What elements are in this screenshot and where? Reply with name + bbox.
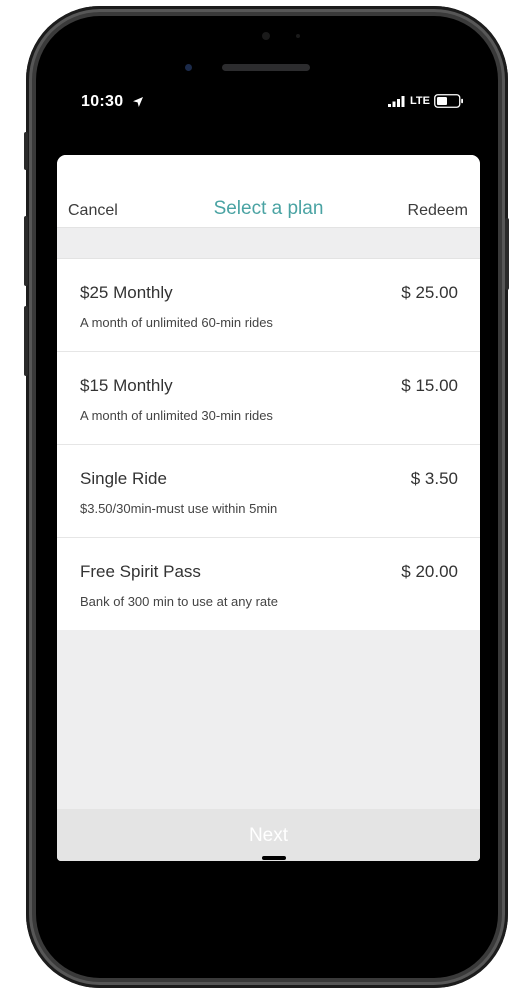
plan-price: $ 3.50 bbox=[410, 469, 458, 488]
plan-name: $25 Monthly bbox=[80, 283, 173, 302]
plan-price: $ 20.00 bbox=[401, 562, 458, 581]
redeem-button[interactable]: Redeem bbox=[408, 202, 468, 220]
volume-down-button bbox=[24, 306, 28, 376]
power-button bbox=[505, 218, 509, 290]
plan-name: Free Spirit Pass bbox=[80, 562, 201, 581]
plan-name: Single Ride bbox=[80, 469, 167, 488]
mute-switch bbox=[24, 132, 28, 170]
sheet-header: Cancel Select a plan Redeem bbox=[57, 155, 480, 228]
home-indicator bbox=[262, 856, 286, 860]
plan-selection-sheet: Cancel Select a plan Redeem $25 Monthly … bbox=[57, 155, 480, 861]
cellular-signal-icon bbox=[388, 96, 405, 107]
volume-up-button bbox=[24, 216, 28, 286]
plan-price: $ 15.00 bbox=[401, 376, 458, 395]
ambient-light-sensor bbox=[296, 34, 300, 38]
plan-list: $25 Monthly $ 25.00 A month of unlimited… bbox=[57, 258, 480, 630]
network-type: LTE bbox=[410, 95, 430, 107]
earpiece-speaker bbox=[222, 64, 310, 71]
plan-description: A month of unlimited 30-min rides bbox=[80, 408, 273, 423]
status-time: 10:30 bbox=[81, 93, 124, 110]
plan-price: $ 25.00 bbox=[401, 283, 458, 302]
front-camera bbox=[185, 64, 192, 71]
plan-description: $3.50/30min-must use within 5min bbox=[80, 501, 278, 516]
next-button[interactable]: Next bbox=[57, 809, 480, 861]
location-arrow-icon bbox=[133, 97, 143, 107]
proximity-sensor bbox=[262, 32, 270, 40]
plan-item-free-spirit-pass[interactable]: Free Spirit Pass $ 20.00 Bank of 300 min… bbox=[57, 538, 480, 630]
plan-item-25-monthly[interactable]: $25 Monthly $ 25.00 A month of unlimited… bbox=[57, 259, 480, 352]
plan-description: A month of unlimited 60-min rides bbox=[80, 315, 273, 330]
plan-item-15-monthly[interactable]: $15 Monthly $ 15.00 A month of unlimited… bbox=[57, 352, 480, 445]
plan-item-single-ride[interactable]: Single Ride $ 3.50 $3.50/30min-must use … bbox=[57, 445, 480, 538]
battery-icon bbox=[434, 94, 463, 108]
plan-description: Bank of 300 min to use at any rate bbox=[80, 594, 279, 609]
canvas: 10:30 LTE Cancel Select a plan Redeem $2… bbox=[0, 0, 516, 992]
plan-name: $15 Monthly bbox=[80, 376, 173, 395]
